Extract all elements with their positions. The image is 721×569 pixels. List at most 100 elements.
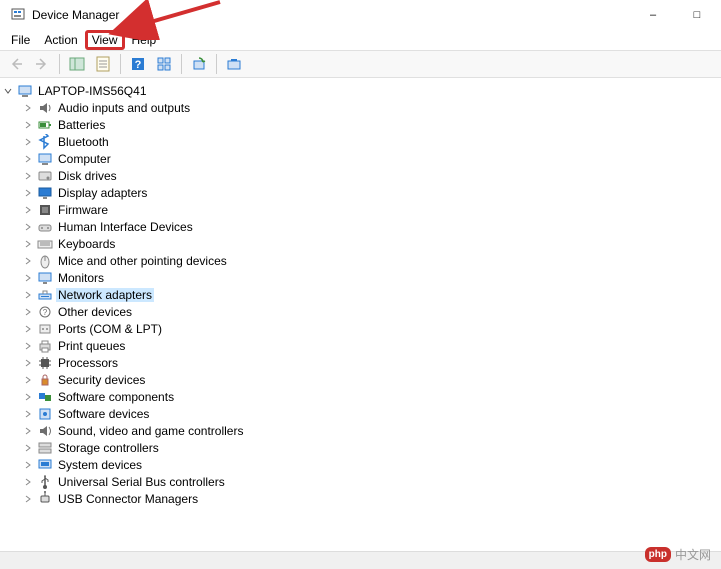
tree-category-label: Batteries	[56, 118, 107, 132]
tree-category[interactable]: Firmware	[2, 201, 719, 218]
toolbar-help-button[interactable]: ?	[126, 52, 150, 76]
tree-category[interactable]: Keyboards	[2, 235, 719, 252]
toolbar-add-button[interactable]	[222, 52, 246, 76]
menu-action[interactable]: Action	[37, 32, 84, 48]
audio-icon	[37, 100, 53, 116]
hid-icon	[37, 219, 53, 235]
tree-root[interactable]: LAPTOP-IMS56Q41	[2, 82, 719, 99]
device-tree[interactable]: LAPTOP-IMS56Q41 Audio inputs and outputs…	[0, 78, 721, 551]
tree-category[interactable]: System devices	[2, 456, 719, 473]
tree-category-label: Network adapters	[56, 288, 154, 302]
chevron-right-icon[interactable]	[22, 408, 34, 420]
chevron-right-icon[interactable]	[22, 391, 34, 403]
toolbar-properties-button[interactable]	[91, 52, 115, 76]
tree-category[interactable]: Software devices	[2, 405, 719, 422]
tree-category[interactable]: Universal Serial Bus controllers	[2, 473, 719, 490]
firmware-icon	[37, 202, 53, 218]
chevron-right-icon[interactable]	[22, 170, 34, 182]
tree-category-label: Software devices	[56, 407, 151, 421]
disk-icon	[37, 168, 53, 184]
tree-category-label: Human Interface Devices	[56, 220, 195, 234]
toolbar: ?	[0, 50, 721, 78]
chevron-right-icon[interactable]	[22, 374, 34, 386]
sw-comp-icon	[37, 389, 53, 405]
menu-help[interactable]: Help	[125, 32, 164, 48]
chevron-right-icon[interactable]	[22, 102, 34, 114]
watermark-text: 中文网	[675, 546, 711, 563]
tree-category-label: Security devices	[56, 373, 147, 387]
chevron-right-icon[interactable]	[22, 289, 34, 301]
tree-category[interactable]: Mice and other pointing devices	[2, 252, 719, 269]
toolbar-separator	[120, 54, 121, 74]
tree-category-label: Disk drives	[56, 169, 119, 183]
toolbar-tree-button[interactable]	[65, 52, 89, 76]
keyboard-icon	[37, 236, 53, 252]
chevron-right-icon[interactable]	[22, 238, 34, 250]
chevron-right-icon[interactable]	[22, 204, 34, 216]
chevron-right-icon[interactable]	[22, 136, 34, 148]
toolbar-back-button[interactable]	[4, 52, 28, 76]
chevron-down-icon[interactable]	[2, 85, 14, 97]
toolbar-separator	[181, 54, 182, 74]
tree-category[interactable]: Monitors	[2, 269, 719, 286]
tree-category[interactable]: USB Connector Managers	[2, 490, 719, 507]
chevron-right-icon[interactable]	[22, 425, 34, 437]
toolbar-iconview-button[interactable]	[152, 52, 176, 76]
tree-category[interactable]: Ports (COM & LPT)	[2, 320, 719, 337]
tree-category[interactable]: Human Interface Devices	[2, 218, 719, 235]
chevron-right-icon[interactable]	[22, 493, 34, 505]
chevron-right-icon[interactable]	[22, 187, 34, 199]
tree-category[interactable]: Storage controllers	[2, 439, 719, 456]
chevron-right-icon[interactable]	[22, 476, 34, 488]
chevron-right-icon[interactable]	[22, 357, 34, 369]
storage-icon	[37, 440, 53, 456]
tree-category-label: Other devices	[56, 305, 134, 319]
chevron-right-icon[interactable]	[22, 442, 34, 454]
svg-text:?: ?	[43, 308, 48, 317]
tree-category-label: USB Connector Managers	[56, 492, 200, 506]
tree-category-label: Ports (COM & LPT)	[56, 322, 164, 336]
tree-category-label: Monitors	[56, 271, 106, 285]
chevron-right-icon[interactable]	[22, 119, 34, 131]
tree-category-label: Sound, video and game controllers	[56, 424, 245, 438]
tree-category[interactable]: Security devices	[2, 371, 719, 388]
tree-category[interactable]: Sound, video and game controllers	[2, 422, 719, 439]
tree-category[interactable]: Computer	[2, 150, 719, 167]
tree-category[interactable]: Disk drives	[2, 167, 719, 184]
chevron-right-icon[interactable]	[22, 306, 34, 318]
tree-category[interactable]: Network adapters	[2, 286, 719, 303]
printer-icon	[37, 338, 53, 354]
monitor-icon	[37, 270, 53, 286]
tree-category[interactable]: ? Other devices	[2, 303, 719, 320]
tree-category-label: Universal Serial Bus controllers	[56, 475, 227, 489]
tree-category[interactable]: Batteries	[2, 116, 719, 133]
tree-category[interactable]: Audio inputs and outputs	[2, 99, 719, 116]
tree-category[interactable]: Print queues	[2, 337, 719, 354]
tree-category[interactable]: Processors	[2, 354, 719, 371]
tree-category[interactable]: Display adapters	[2, 184, 719, 201]
tree-category[interactable]: Software components	[2, 388, 719, 405]
chevron-right-icon[interactable]	[22, 272, 34, 284]
menu-view[interactable]: View	[85, 30, 125, 50]
chevron-right-icon[interactable]	[22, 459, 34, 471]
tree-category[interactable]: Bluetooth	[2, 133, 719, 150]
watermark-logo: php	[645, 547, 671, 562]
chevron-right-icon[interactable]	[22, 255, 34, 267]
chevron-right-icon[interactable]	[22, 153, 34, 165]
toolbar-forward-button[interactable]	[30, 52, 54, 76]
tree-category-label: Processors	[56, 356, 120, 370]
toolbar-separator	[216, 54, 217, 74]
minimize-button[interactable]: –	[631, 1, 675, 29]
menu-bar: FileActionViewHelp	[0, 30, 721, 50]
app-icon	[10, 7, 26, 23]
tree-category-label: System devices	[56, 458, 144, 472]
watermark: php 中文网	[645, 546, 711, 563]
chevron-right-icon[interactable]	[22, 221, 34, 233]
toolbar-scan-button[interactable]	[187, 52, 211, 76]
menu-file[interactable]: File	[4, 32, 37, 48]
tree-category-label: Mice and other pointing devices	[56, 254, 229, 268]
maximize-button[interactable]: □	[675, 1, 719, 29]
chevron-right-icon[interactable]	[22, 323, 34, 335]
tree-category-label: Firmware	[56, 203, 110, 217]
chevron-right-icon[interactable]	[22, 340, 34, 352]
